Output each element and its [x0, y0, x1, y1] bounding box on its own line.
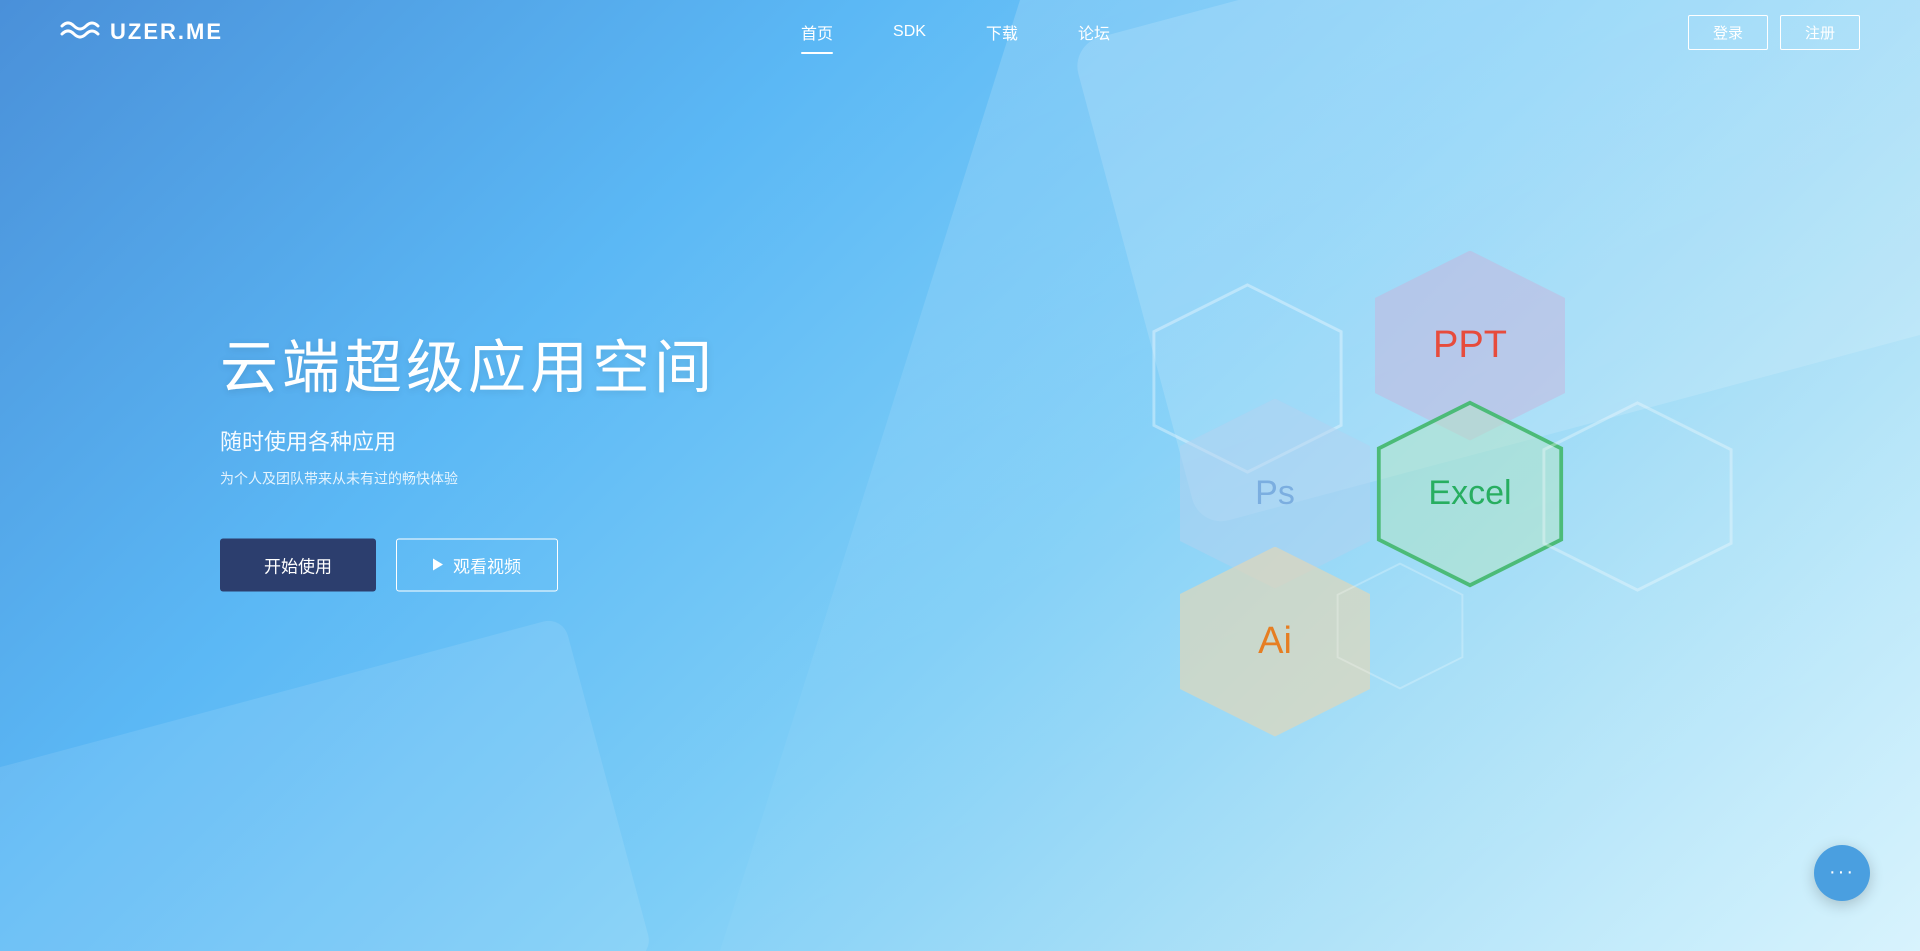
play-icon — [433, 559, 443, 571]
video-button-label: 观看视频 — [453, 552, 521, 577]
hero-buttons: 开始使用 观看视频 — [220, 538, 716, 591]
start-button[interactable]: 开始使用 — [220, 538, 376, 591]
hex-outline-2 — [1540, 399, 1735, 594]
hero-subtitle: 随时使用各种应用 — [220, 424, 716, 456]
nav-menu: 首页 SDK 下载 论坛 — [801, 16, 1110, 48]
video-button[interactable]: 观看视频 — [396, 538, 558, 591]
logo-text: UZER.ME — [110, 19, 223, 45]
hero-title: 云端超级应用空间 — [220, 320, 716, 404]
navbar: UZER.ME 首页 SDK 下载 论坛 登录 注册 — [0, 0, 1920, 64]
nav-sdk[interactable]: SDK — [893, 19, 926, 45]
nav-home[interactable]: 首页 — [801, 16, 833, 48]
nav-download[interactable]: 下载 — [986, 16, 1018, 48]
login-button[interactable]: 登录 — [1688, 15, 1768, 50]
chat-bubble[interactable]: ··· — [1814, 845, 1870, 901]
hero-description: 为个人及团队带来从未有过的畅快体验 — [220, 468, 716, 488]
chat-dots-icon: ··· — [1829, 861, 1855, 884]
hero-section: UZER.ME 首页 SDK 下载 论坛 登录 注册 云端超级应用空间 随时使用… — [0, 0, 1920, 951]
navbar-actions: 登录 注册 — [1688, 15, 1860, 50]
hex-ps-label: Ps — [1255, 474, 1295, 513]
hex-outline-3 — [1335, 561, 1465, 691]
hero-content: 云端超级应用空间 随时使用各种应用 为个人及团队带来从未有过的畅快体验 开始使用… — [220, 320, 716, 591]
register-button[interactable]: 注册 — [1780, 15, 1860, 50]
hex-ppt-label: PPT — [1433, 324, 1507, 367]
hex-ai-label: Ai — [1258, 620, 1292, 663]
hex-container: PPT Ps Excel Ai — [1180, 251, 1760, 751]
nav-forum[interactable]: 论坛 — [1078, 16, 1110, 48]
logo[interactable]: UZER.ME — [60, 18, 223, 46]
